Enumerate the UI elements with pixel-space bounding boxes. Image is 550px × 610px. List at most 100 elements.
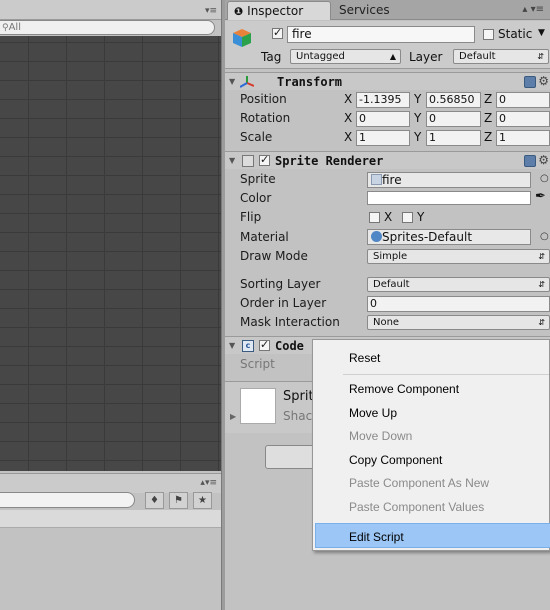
foldout-arrow-icon[interactable]: ▶ <box>230 412 236 421</box>
sorting-layer-label: Sorting Layer <box>240 277 321 291</box>
flip-x-checkbox[interactable] <box>369 212 380 223</box>
mask-interaction-value: None <box>373 317 400 328</box>
rotation-z-field[interactable]: 0 <box>496 111 550 127</box>
sprite-field[interactable]: fire <box>367 172 531 188</box>
project-search-input[interactable] <box>0 492 135 508</box>
transform-title: Transform <box>277 75 343 89</box>
info-icon: ❶ <box>234 5 244 18</box>
axis-x-label: X <box>344 92 353 106</box>
sprite-renderer-enabled-checkbox[interactable] <box>259 153 270 166</box>
menu-item-paste-as-new[interactable]: Paste Component As New <box>349 476 489 490</box>
material-field[interactable]: Sprites-Default <box>367 229 531 245</box>
flip-y-checkbox[interactable] <box>402 212 413 223</box>
tab-bar: ❶ Inspector Services ▴ ▾≡ <box>225 0 550 20</box>
sorting-layer-dropdown[interactable]: Default ⇵ <box>367 277 550 292</box>
menu-item-paste-values[interactable]: Paste Component Values <box>349 500 484 514</box>
panel-menu-icon[interactable]: ▾≡ <box>205 6 217 16</box>
gear-icon[interactable]: ⚙ <box>538 153 549 167</box>
transform-header[interactable]: ▼ Transform ⚙ <box>225 72 550 90</box>
dropdown-arrow-icon: ▲︎ <box>389 52 396 61</box>
scale-y-field[interactable]: 1 <box>426 130 481 146</box>
order-in-layer-label: Order in Layer <box>240 296 327 310</box>
axis-y-label: Y <box>414 130 422 144</box>
tag-value: Untagged <box>296 51 345 62</box>
tag-label: Tag <box>261 50 282 64</box>
menu-separator <box>343 374 549 375</box>
static-dropdown-icon[interactable]: ▼ <box>538 28 545 38</box>
axis-y-label: Y <box>414 111 422 125</box>
project-list-row[interactable] <box>0 510 221 528</box>
menu-item-move-up[interactable]: Move Up <box>349 406 397 420</box>
scale-label: Scale <box>240 130 273 144</box>
active-checkbox[interactable] <box>272 26 283 39</box>
sprite-value: fire <box>382 173 402 187</box>
sprite-renderer-header[interactable]: ▼ Sprite Renderer ⚙ <box>225 151 550 169</box>
dropdown-arrow-icon: ⇵ <box>538 280 545 289</box>
panel-menu-icon[interactable]: ▴▾≡ <box>200 478 217 488</box>
foldout-arrow-icon[interactable]: ▼ <box>229 341 235 350</box>
mask-interaction-label: Mask Interaction <box>240 315 340 329</box>
object-picker-icon[interactable]: ○ <box>540 231 549 242</box>
axis-x-label: X <box>344 130 353 144</box>
object-picker-icon[interactable]: ○ <box>540 173 549 184</box>
tab-inspector[interactable]: ❶ Inspector <box>227 1 331 20</box>
scale-z-field[interactable]: 1 <box>496 130 550 146</box>
gear-icon[interactable]: ⚙ <box>538 74 549 88</box>
axis-z-label: Z <box>484 130 493 144</box>
rotation-label: Rotation <box>240 111 291 125</box>
static-checkbox[interactable] <box>483 29 494 40</box>
transform-icon <box>240 76 254 88</box>
position-x-field[interactable]: -1.1395 <box>356 92 410 108</box>
layer-dropdown[interactable]: Default ⇵ <box>453 49 549 64</box>
menu-item-edit-script[interactable]: Edit Script <box>349 530 404 544</box>
rotation-x-field[interactable]: 0 <box>356 111 410 127</box>
static-label: Static <box>498 27 533 41</box>
axis-z-label: Z <box>484 111 493 125</box>
dropdown-arrow-icon: ⇵ <box>538 252 545 261</box>
sorting-layer-value: Default <box>373 279 410 290</box>
tab-services[interactable]: Services <box>333 1 413 20</box>
scene-panel: ▾≡ ⚲All ▴▾≡ ♦ ⚑ ★ <box>0 0 221 610</box>
axis-y-label: Y <box>414 92 422 106</box>
draw-mode-dropdown[interactable]: Simple ⇵ <box>367 249 550 264</box>
position-z-field[interactable]: 0 <box>496 92 550 108</box>
lock-menu-icon[interactable]: ▴ ▾≡ <box>522 4 544 15</box>
search-icon: ⚲ <box>2 23 9 33</box>
mask-interaction-dropdown[interactable]: None ⇵ <box>367 315 550 330</box>
color-label: Color <box>240 191 272 205</box>
menu-item-copy-component[interactable]: Copy Component <box>349 453 442 467</box>
color-field[interactable] <box>367 191 531 205</box>
script-enabled-checkbox[interactable] <box>259 338 270 351</box>
star-icon[interactable]: ★ <box>193 492 212 509</box>
gameobject-name-field[interactable]: fire <box>287 26 475 43</box>
tag-dropdown[interactable]: Untagged ▲︎ <box>290 49 401 64</box>
material-label: Material <box>240 230 289 244</box>
axis-z-label: Z <box>484 92 493 106</box>
foldout-arrow-icon[interactable]: ▼ <box>229 77 235 86</box>
scale-x-field[interactable]: 1 <box>356 130 410 146</box>
scene-search-input[interactable]: ⚲All <box>0 20 215 35</box>
eyedropper-icon[interactable]: ✒ <box>535 189 546 204</box>
order-in-layer-field[interactable]: 0 <box>367 296 550 312</box>
rotation-y-field[interactable]: 0 <box>426 111 481 127</box>
flip-y-label: Y <box>417 210 425 224</box>
menu-item-move-down[interactable]: Move Down <box>349 429 412 443</box>
tag-icon[interactable]: ⚑ <box>169 492 188 509</box>
scene-view-canvas[interactable] <box>0 36 221 471</box>
label-icon[interactable]: ♦ <box>145 492 164 509</box>
help-book-icon[interactable] <box>524 155 536 167</box>
sprite-thumb-icon <box>371 174 382 185</box>
position-label: Position <box>240 92 287 106</box>
menu-item-remove-component[interactable]: Remove Component <box>349 382 459 396</box>
layer-value: Default <box>459 51 496 62</box>
menu-item-reset[interactable]: Reset <box>349 351 380 365</box>
material-sphere-icon <box>371 231 382 242</box>
layer-label: Layer <box>409 50 443 64</box>
draw-mode-label: Draw Mode <box>240 249 308 263</box>
help-book-icon[interactable] <box>524 76 536 88</box>
material-preview-name: Sprit <box>283 389 314 404</box>
foldout-arrow-icon[interactable]: ▼ <box>229 156 235 165</box>
gameobject-header: fire Static ▼ Tag Untagged ▲︎ Layer Defau… <box>225 21 550 69</box>
material-value: Sprites-Default <box>382 230 473 244</box>
position-y-field[interactable]: 0.56850 <box>426 92 481 108</box>
